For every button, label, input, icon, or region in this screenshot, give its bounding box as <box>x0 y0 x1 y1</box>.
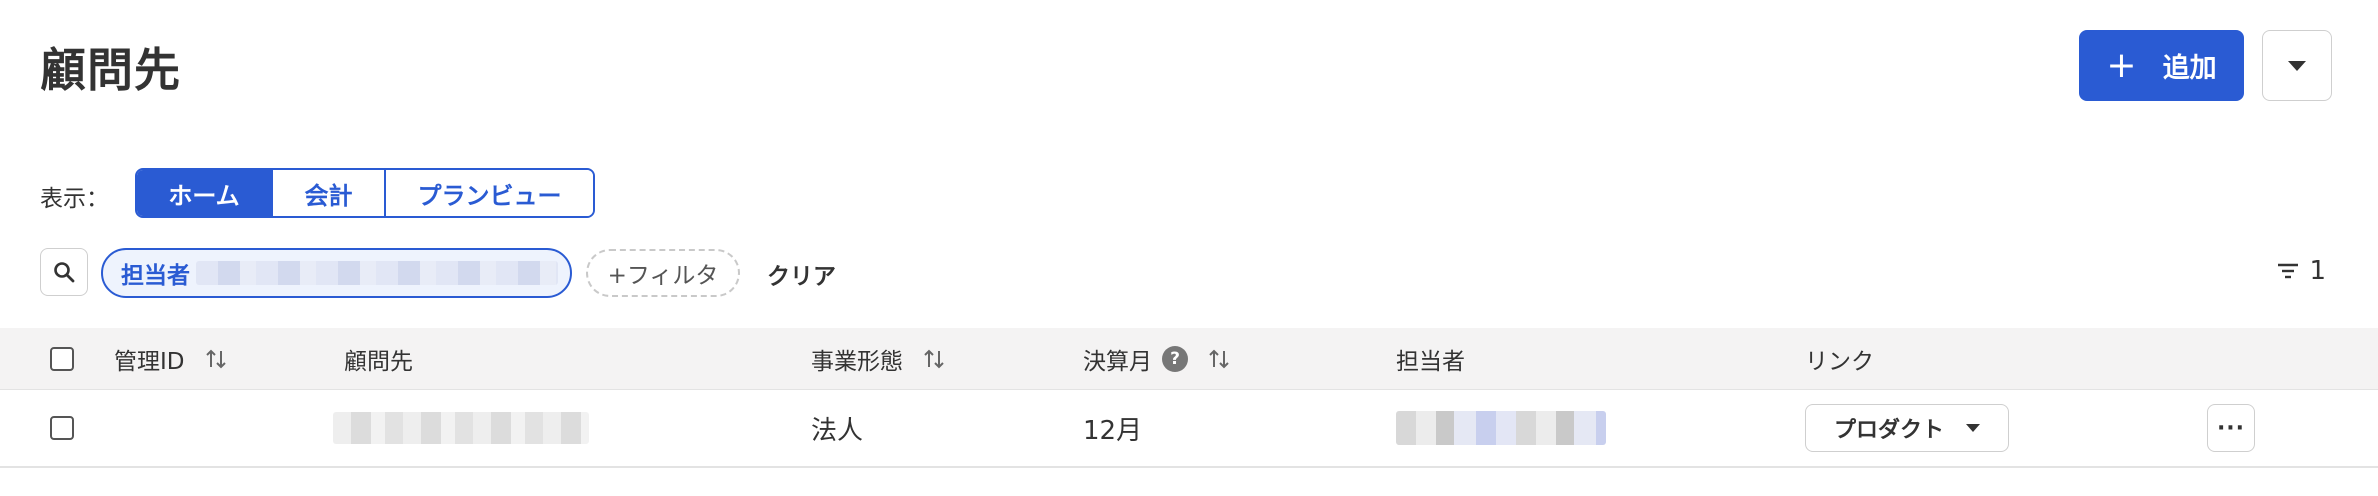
table-header: 管理ID 顧問先 事業形態 決算月 ? 担当者 リンク <box>0 328 2378 390</box>
add-button-label: 追加 <box>2162 53 2217 84</box>
clients-table: 管理ID 顧問先 事業形態 決算月 ? 担当者 リンク 法人 12月 プロダクト… <box>0 328 2378 468</box>
row-select-cell <box>50 390 74 466</box>
caret-down-icon <box>2288 60 2306 71</box>
cell-row-menu: ··· <box>2207 390 2255 466</box>
view-option-accounting[interactable]: 会計 <box>273 170 386 216</box>
redacted-client-name <box>333 412 589 444</box>
add-filter-button[interactable]: +フィルタ <box>586 249 740 297</box>
select-all-cell <box>50 328 74 389</box>
sort-count-button[interactable]: 1 <box>2277 256 2326 286</box>
column-header-link: リンク <box>1805 348 1874 375</box>
help-icon[interactable]: ? <box>1162 345 1188 372</box>
page-title: 顧問先 <box>40 43 181 97</box>
sort-arrows-icon[interactable] <box>923 347 945 371</box>
table-row[interactable]: 法人 12月 プロダクト ··· <box>0 390 2378 468</box>
column-label: 決算月 <box>1083 348 1152 375</box>
sort-lines-icon <box>2278 263 2299 279</box>
sort-arrows-icon[interactable] <box>205 347 227 371</box>
view-option-home[interactable]: ホーム <box>137 170 273 216</box>
view-label: 表示： <box>40 186 109 212</box>
clear-filters-button[interactable]: クリア <box>767 257 836 291</box>
more-dots-icon: ··· <box>2216 415 2246 441</box>
column-header-assignee: 担当者 <box>1396 348 1465 375</box>
product-link-label: プロダクト <box>1833 418 1944 443</box>
add-button[interactable]: + 追加 <box>2079 30 2244 101</box>
filter-chip-label: 担当者 <box>121 263 190 289</box>
filter-chip-value-redacted <box>196 261 558 285</box>
search-button[interactable] <box>40 248 88 296</box>
row-menu-button[interactable]: ··· <box>2207 404 2255 452</box>
column-label: 事業形態 <box>811 348 903 375</box>
sort-arrows-icon[interactable] <box>1208 347 1230 371</box>
redacted-assignee <box>1396 411 1606 445</box>
product-link-dropdown[interactable]: プロダクト <box>1805 404 2009 452</box>
select-all-checkbox[interactable] <box>50 346 74 371</box>
view-toggle: ホーム 会計 プランビュー <box>135 168 595 218</box>
caret-down-icon <box>1966 424 1980 432</box>
more-dropdown-button[interactable] <box>2262 30 2332 101</box>
plus-icon: + <box>2106 44 2137 86</box>
cell-client-name-redacted[interactable] <box>333 390 589 466</box>
filter-chip-assignee[interactable]: 担当者 <box>101 248 572 298</box>
cell-business-type: 法人 <box>811 415 864 446</box>
cell-assignee-redacted <box>1396 390 1606 466</box>
column-header-fiscal-month: 決算月 ? <box>1083 328 1230 389</box>
sort-count: 1 <box>2309 256 2326 286</box>
column-header-client: 顧問先 <box>344 348 413 375</box>
cell-link: プロダクト <box>1805 390 2009 466</box>
view-option-plan-view[interactable]: プランビュー <box>386 170 593 216</box>
column-header-id: 管理ID <box>114 328 227 389</box>
cell-fiscal-month: 12月 <box>1083 415 1143 446</box>
row-checkbox[interactable] <box>50 416 74 440</box>
column-header-business-type: 事業形態 <box>811 328 945 389</box>
search-icon <box>54 262 75 283</box>
column-label: 管理ID <box>114 348 185 375</box>
